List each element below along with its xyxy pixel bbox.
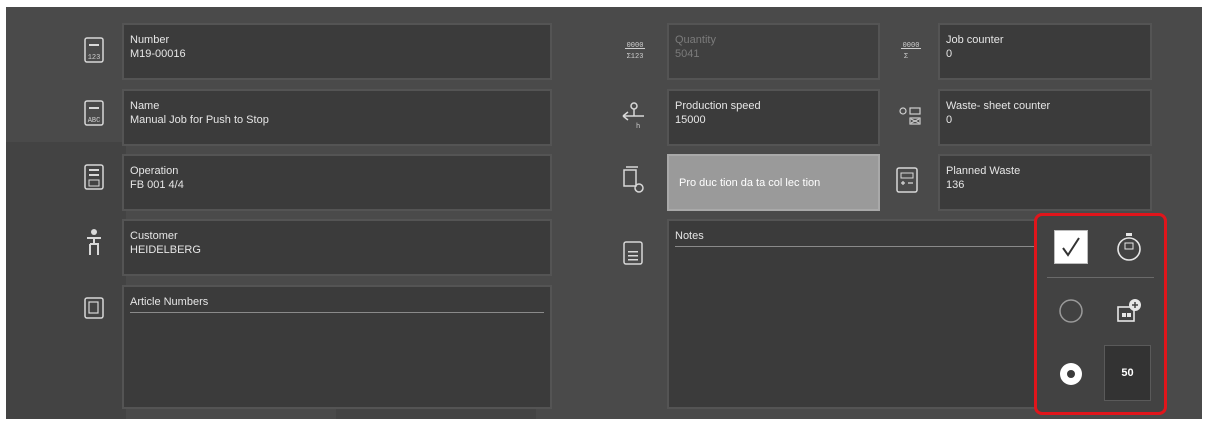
customer-field[interactable]: Customer HEIDELBERG <box>122 219 552 276</box>
production-speed-field[interactable]: Production speed 15000 <box>667 89 880 146</box>
planned-waste-value: 136 <box>946 179 965 191</box>
operation-document-icon <box>79 162 109 192</box>
job-counter-field[interactable]: Job counter 0 <box>938 23 1152 80</box>
number-label: Number <box>130 34 170 46</box>
svg-text:ABC: ABC <box>88 117 101 125</box>
pallet-add-icon <box>1117 299 1141 322</box>
name-label: Name <box>130 100 160 112</box>
quantity-value: 5041 <box>675 48 700 60</box>
highlighted-control-group: 50 <box>1034 213 1167 415</box>
number-field[interactable]: Number M19-00016 <box>122 23 552 80</box>
job-counter-value: 0 <box>946 48 953 60</box>
checkmark-icon <box>1062 237 1080 257</box>
production-data-collection-label: Pro duc tion da ta col lec tion <box>679 176 821 189</box>
data-collection-icon <box>618 165 648 195</box>
control-divider <box>1047 277 1154 278</box>
radio-option-selected[interactable] <box>1054 357 1088 391</box>
waste-counter-icon <box>896 101 926 131</box>
waste-sheet-counter-value: 0 <box>946 114 953 126</box>
svg-text:Σ: Σ <box>904 53 909 61</box>
name-value: Manual Job for Push to Stop <box>130 114 269 126</box>
article-numbers-rule <box>130 312 544 313</box>
quantity-field: Quantity 5041 <box>667 23 880 80</box>
id-card-123-icon: 123 <box>79 35 109 65</box>
waste-sheet-counter-label: Waste- sheet counter <box>946 100 1051 112</box>
svg-text:123: 123 <box>88 54 101 62</box>
radio-selected-icon <box>1060 363 1082 385</box>
operation-value: FB 001 4/4 <box>130 179 184 191</box>
job-counter-icon: 0000 Σ <box>896 35 926 65</box>
waste-sheet-counter-field[interactable]: Waste- sheet counter 0 <box>938 89 1152 146</box>
notes-rule <box>675 246 1034 247</box>
name-field[interactable]: Name Manual Job for Push to Stop <box>122 89 552 146</box>
radio-unselected-icon <box>1059 299 1083 323</box>
job-counter-label: Job counter <box>946 34 1004 46</box>
production-data-collection-button[interactable]: Pro duc tion da ta col lec tion <box>667 154 880 211</box>
production-speed-icon: h <box>618 101 648 131</box>
pallet-button[interactable] <box>1109 292 1149 330</box>
quantity-sum-icon: 0000 Σ123 <box>620 35 650 65</box>
radio-option-unselected[interactable] <box>1054 294 1088 328</box>
planned-waste-field[interactable]: Planned Waste 136 <box>938 154 1152 211</box>
notes-field[interactable]: Notes <box>667 219 1042 409</box>
article-document-icon <box>79 293 109 323</box>
value-input[interactable]: 50 <box>1104 345 1151 401</box>
number-value: M19-00016 <box>130 48 186 60</box>
article-numbers-label: Article Numbers <box>130 296 209 308</box>
svg-text:h: h <box>636 123 640 130</box>
svg-text:Σ123: Σ123 <box>627 53 644 61</box>
planned-waste-icon <box>892 165 922 195</box>
notes-icon <box>618 238 648 268</box>
customer-value: HEIDELBERG <box>130 244 201 256</box>
id-card-abc-icon: ABC <box>79 98 109 128</box>
quantity-label: Quantity <box>675 34 716 46</box>
complete-checkbox[interactable] <box>1054 230 1088 264</box>
operation-field[interactable]: Operation FB 001 4/4 <box>122 154 552 211</box>
article-numbers-field[interactable]: Article Numbers <box>122 285 552 409</box>
production-speed-label: Production speed <box>675 100 761 112</box>
customer-person-icon <box>79 227 109 257</box>
planned-waste-label: Planned Waste <box>946 165 1021 177</box>
notes-label: Notes <box>675 230 704 242</box>
stopwatch-button[interactable] <box>1109 228 1149 266</box>
operation-label: Operation <box>130 165 179 177</box>
customer-label: Customer <box>130 230 178 242</box>
stopwatch-icon <box>1117 233 1141 261</box>
production-speed-value: 15000 <box>675 114 706 126</box>
